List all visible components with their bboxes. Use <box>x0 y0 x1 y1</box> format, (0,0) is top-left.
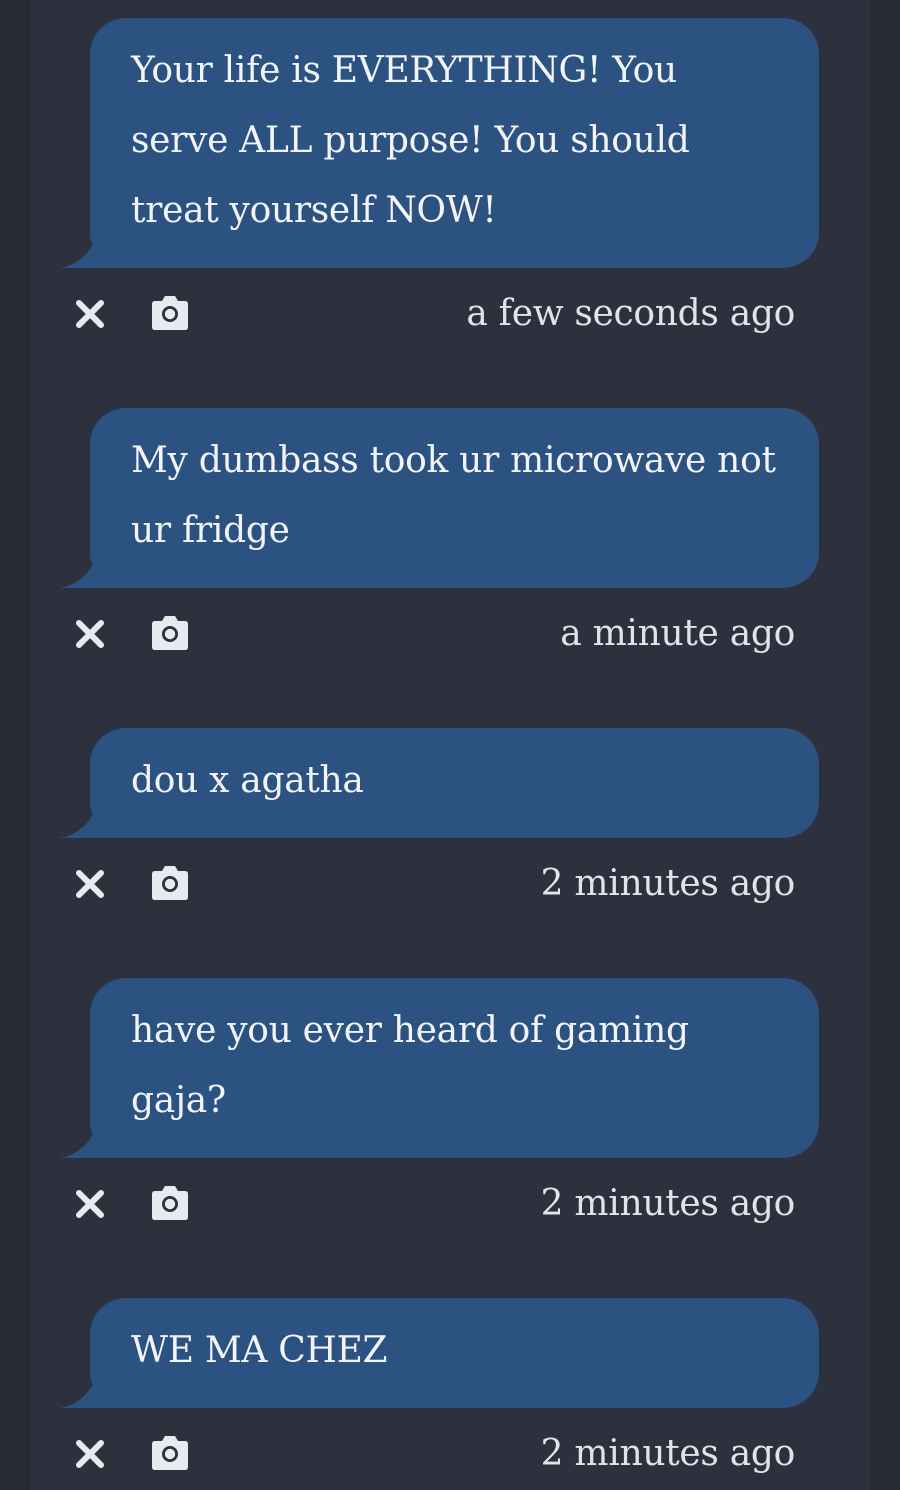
message-actions: a few seconds ago <box>30 284 870 344</box>
message-text: have you ever heard of gaming gaja? <box>131 1010 689 1121</box>
message-item: dou x agatha 2 minutes ago <box>30 728 870 908</box>
message-actions: 2 minutes ago <box>30 854 870 914</box>
camera-icon[interactable] <box>148 1433 192 1473</box>
message-bubble[interactable]: My dumbass took ur microwave not ur frid… <box>90 408 819 588</box>
close-icon[interactable] <box>70 614 110 654</box>
message-timestamp: a minute ago <box>560 613 795 654</box>
message-text: Your life is EVERYTHING! You serve ALL p… <box>131 50 690 231</box>
close-icon[interactable] <box>70 294 110 334</box>
message-item: Your life is EVERYTHING! You serve ALL p… <box>30 18 870 338</box>
page: Your life is EVERYTHING! You serve ALL p… <box>0 0 900 1490</box>
message-text: WE MA CHEZ <box>131 1330 388 1371</box>
message-actions: 2 minutes ago <box>30 1174 870 1234</box>
message-item: My dumbass took ur microwave not ur frid… <box>30 408 870 658</box>
camera-icon[interactable] <box>148 293 192 333</box>
message-item: have you ever heard of gaming gaja? 2 mi… <box>30 978 870 1228</box>
close-icon[interactable] <box>70 864 110 904</box>
message-feed: Your life is EVERYTHING! You serve ALL p… <box>30 0 870 1490</box>
camera-icon[interactable] <box>148 1183 192 1223</box>
message-timestamp: 2 minutes ago <box>540 1433 796 1474</box>
message-timestamp: a few seconds ago <box>466 293 795 334</box>
message-timestamp: 2 minutes ago <box>540 863 796 904</box>
close-icon[interactable] <box>70 1434 110 1474</box>
message-item: WE MA CHEZ 2 minutes ago <box>30 1298 870 1490</box>
message-actions: 2 minutes ago <box>30 1424 870 1484</box>
message-bubble[interactable]: dou x agatha <box>90 728 819 838</box>
message-bubble[interactable]: have you ever heard of gaming gaja? <box>90 978 819 1158</box>
message-bubble[interactable]: Your life is EVERYTHING! You serve ALL p… <box>90 18 819 268</box>
camera-icon[interactable] <box>148 613 192 653</box>
message-bubble[interactable]: WE MA CHEZ <box>90 1298 819 1408</box>
camera-icon[interactable] <box>148 863 192 903</box>
message-actions: a minute ago <box>30 604 870 664</box>
message-text: My dumbass took ur microwave not ur frid… <box>131 440 776 551</box>
message-text: dou x agatha <box>131 760 364 801</box>
close-icon[interactable] <box>70 1184 110 1224</box>
message-timestamp: 2 minutes ago <box>540 1183 796 1224</box>
